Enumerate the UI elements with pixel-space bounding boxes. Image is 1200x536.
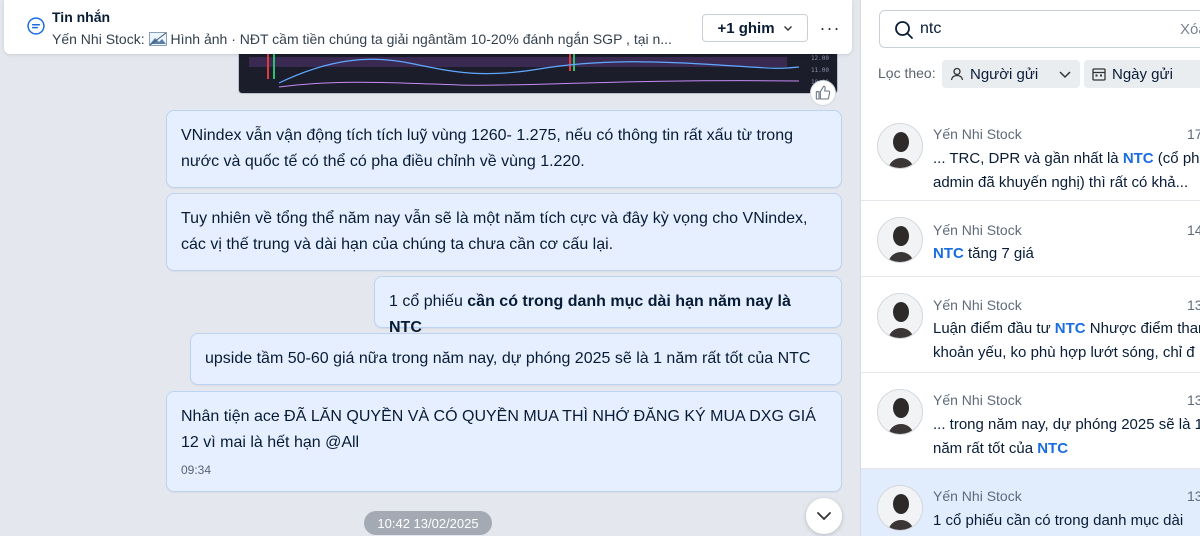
message-text: VNindex vẫn vận động tích tích luỹ vùng …	[181, 127, 793, 170]
pinned-sender: Yến Nhi Stock:	[52, 31, 145, 47]
result-time: 14	[1187, 222, 1200, 238]
snippet-highlight: NTC	[933, 245, 964, 262]
like-button[interactable]	[810, 80, 836, 106]
snippet-text: tăng 7 giá	[963, 245, 1034, 262]
search-result-item[interactable]: Yến Nhi Stock 14 NTC tăng 7 giá	[861, 201, 1200, 277]
search-value: ntc	[920, 20, 942, 37]
chevron-down-icon	[817, 512, 831, 521]
pinned-count-button[interactable]: +1 ghim	[702, 14, 808, 42]
person-icon	[950, 67, 964, 81]
chat-pane: 12.00 11.00 10.00 Tin nhắn Yến Nhi Stock…	[0, 0, 860, 536]
filter-label: Lọc theo:	[878, 65, 936, 81]
date-separator: 10:42 13/02/2025	[364, 511, 492, 535]
calendar-icon	[1092, 68, 1106, 81]
filter-sender-dropdown[interactable]: Người gửi	[942, 60, 1080, 88]
result-sender: Yến Nhi Stock	[933, 126, 1022, 142]
search-input[interactable]: ntc Xóa	[879, 10, 1200, 48]
message-time: 09:34	[181, 463, 212, 477]
pinned-preview: Yến Nhi Stock: Hình ảnh · NĐT cầm tiền c…	[52, 31, 692, 47]
message-bubble[interactable]: VNindex vẫn vận động tích tích luỹ vùng …	[166, 110, 842, 188]
avatar	[877, 123, 923, 169]
result-snippet: Luận điểm đầu tư NTC Nhược điểm thanh kh…	[933, 317, 1200, 365]
more-options-button[interactable]: ···	[816, 14, 844, 42]
result-time: 13	[1187, 488, 1200, 504]
message-text: Tuy nhiên về tổng thể năm nay vẫn sẽ là …	[181, 210, 808, 253]
pinned-preview-text: Hình ảnh · NĐT cầm tiền chúng ta giải ng…	[170, 31, 672, 47]
search-panel: ntc Xóa Lọc theo: Người gửi Ngày gửi	[860, 0, 1200, 536]
result-time: 13	[1187, 297, 1200, 313]
filter-date-label: Ngày gửi	[1112, 65, 1173, 83]
more-options-icon: ···	[819, 17, 841, 38]
message-bubble[interactable]: upside tầm 50-60 giá nữa trong năm nay, …	[190, 333, 842, 385]
chart-axis-label: 11.00	[810, 67, 829, 74]
avatar	[877, 293, 923, 339]
result-snippet: ... TRC, DPR và gần nhất là NTC (cổ phiế…	[933, 147, 1200, 195]
clear-search-button[interactable]: Xóa	[1180, 21, 1200, 38]
avatar	[877, 217, 923, 263]
search-result-item[interactable]: Yến Nhi Stock 13 Luận điểm đầu tư NTC Nh…	[861, 277, 1200, 373]
snippet-highlight: NTC	[1122, 150, 1154, 167]
avatar	[877, 485, 923, 531]
pinned-message-bar[interactable]: Tin nhắn Yến Nhi Stock: Hình ảnh · NĐT c…	[4, 0, 852, 54]
snippet-text: 1 cổ phiếu cần có trong danh mục dài	[933, 512, 1184, 529]
result-snippet: NTC tăng 7 giá	[933, 242, 1200, 266]
thumbs-up-icon	[815, 85, 831, 100]
image-icon	[148, 32, 167, 46]
result-sender: Yến Nhi Stock	[933, 488, 1022, 504]
chat-bubble-icon	[27, 17, 45, 35]
result-snippet: ... trong năm nay, dự phóng 2025 sẽ là 1…	[933, 413, 1200, 461]
message-bubble[interactable]: Tuy nhiên về tổng thể năm nay vẫn sẽ là …	[166, 193, 842, 271]
search-result-item[interactable]: Yến Nhi Stock 17 ... TRC, DPR và gần nhấ…	[861, 107, 1200, 201]
result-sender: Yến Nhi Stock	[933, 297, 1022, 313]
result-time: 13	[1187, 392, 1200, 408]
result-sender: Yến Nhi Stock	[933, 392, 1022, 408]
snippet-text: ... TRC, DPR và gần nhất là	[933, 150, 1123, 167]
chart-axis-label: 12.00	[810, 55, 829, 62]
snippet-text: Luận điểm đầu tư	[933, 320, 1055, 337]
message-text: 1 cổ phiếu	[389, 293, 468, 310]
pinned-title: Tin nhắn	[52, 9, 111, 25]
snippet-highlight: NTC	[1037, 440, 1069, 457]
result-sender: Yến Nhi Stock	[933, 222, 1022, 238]
filter-sender-label: Người gửi	[970, 65, 1039, 83]
snippet-highlight: NTC	[1054, 320, 1086, 337]
search-result-item[interactable]: Yến Nhi Stock 13 ... trong năm nay, dự p…	[861, 373, 1200, 469]
message-text: upside tầm 50-60 giá nữa trong năm nay, …	[205, 350, 811, 367]
message-bubble[interactable]: Nhân tiện ace ĐÃ LĂN QUYỀN VÀ CÓ QUYỀN M…	[166, 391, 842, 492]
filter-date-dropdown[interactable]: Ngày gửi	[1084, 60, 1200, 88]
search-icon	[895, 21, 913, 39]
search-result-item-active[interactable]: Yến Nhi Stock 13 1 cổ phiếu cần có trong…	[861, 469, 1200, 536]
chevron-down-icon	[1059, 71, 1071, 79]
message-text: Nhân tiện ace ĐÃ LĂN QUYỀN VÀ CÓ QUYỀN M…	[181, 408, 816, 451]
result-snippet: 1 cổ phiếu cần có trong danh mục dài	[933, 509, 1200, 533]
pinned-count-label: +1 ghim	[717, 19, 775, 37]
scroll-to-bottom-button[interactable]	[806, 498, 842, 534]
result-time: 17	[1187, 126, 1200, 142]
filter-bar: Lọc theo: Người gửi Ngày gửi	[878, 60, 1200, 88]
chevron-down-icon	[783, 26, 792, 31]
avatar	[877, 389, 923, 435]
message-bubble[interactable]: 1 cổ phiếu cần có trong danh mục dài hạn…	[374, 276, 842, 336]
